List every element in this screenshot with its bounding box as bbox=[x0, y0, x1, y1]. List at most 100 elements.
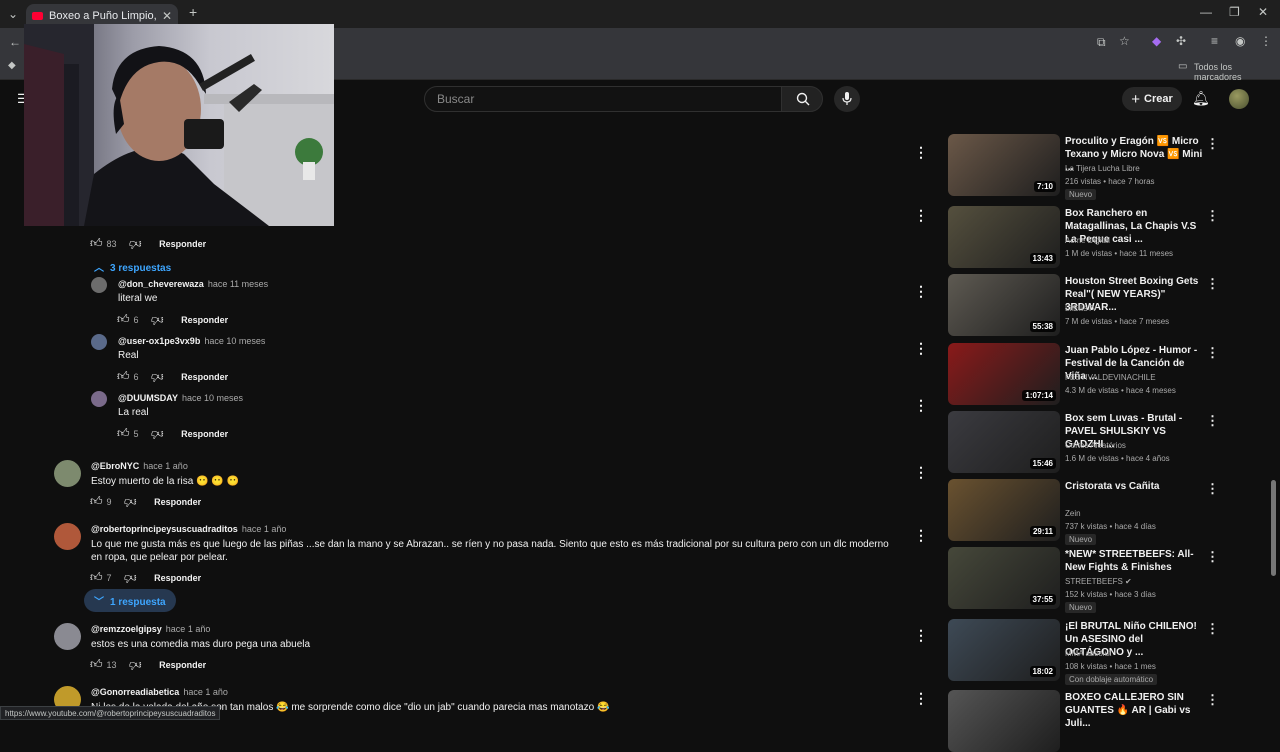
avatar[interactable] bbox=[54, 460, 81, 487]
video-title[interactable]: Cristorata vs Cañita bbox=[1065, 480, 1203, 493]
video-menu-icon[interactable]: ⋮ bbox=[1206, 413, 1219, 429]
video-thumbnail[interactable]: 55:38 bbox=[948, 274, 1060, 336]
comment-author[interactable]: @DUUMSDAY hace 10 meses bbox=[118, 393, 243, 403]
comment-author[interactable]: @Gonorreadiabetica hace 1 año bbox=[91, 687, 228, 697]
video-channel[interactable]: STREETBEEFS ✔ bbox=[1065, 577, 1132, 586]
video-menu-icon[interactable]: ⋮ bbox=[1206, 692, 1219, 708]
comment-author[interactable]: @don_cheverewaza hace 11 meses bbox=[118, 279, 268, 289]
comment-menu-icon[interactable]: ⋮ bbox=[914, 144, 928, 161]
like-count: 83 bbox=[106, 238, 117, 249]
reply-button[interactable]: Responder bbox=[154, 497, 201, 507]
dislike-icon[interactable]: 👍︎ bbox=[151, 312, 164, 327]
media-controls-icon[interactable]: ≡ bbox=[1211, 34, 1218, 48]
comment-author[interactable]: @user-ox1pe3vx9b hace 10 meses bbox=[118, 336, 265, 346]
avatar[interactable] bbox=[54, 523, 81, 550]
video-menu-icon[interactable]: ⋮ bbox=[1206, 136, 1219, 152]
search-input[interactable]: Buscar bbox=[424, 86, 782, 112]
reply-button[interactable]: Responder bbox=[181, 372, 228, 382]
replies-toggle[interactable]: ﹀ 1 respuesta bbox=[84, 589, 176, 612]
avatar[interactable] bbox=[91, 391, 107, 407]
like-icon[interactable]: 👍︎ bbox=[90, 570, 103, 585]
dislike-icon[interactable]: 👍︎ bbox=[151, 426, 164, 441]
dislike-icon[interactable]: 👍︎ bbox=[151, 369, 164, 384]
comment-menu-icon[interactable]: ⋮ bbox=[914, 464, 928, 481]
video-thumbnail[interactable]: 18:02 bbox=[948, 619, 1060, 681]
like-icon[interactable]: 👍︎ bbox=[90, 236, 103, 251]
comment-menu-icon[interactable]: ⋮ bbox=[914, 690, 928, 707]
video-channel[interactable]: FESTIVALDEVINACHILE bbox=[1065, 373, 1156, 382]
extension-icon[interactable]: ◆ bbox=[1152, 34, 1161, 48]
comment-menu-icon[interactable]: ⋮ bbox=[914, 527, 928, 544]
comment-author[interactable]: @robertoprincipeysuscuadraditos hace 1 añ… bbox=[91, 524, 286, 534]
reply-button[interactable]: Responder bbox=[181, 315, 228, 325]
extensions-puzzle-icon[interactable]: ✣ bbox=[1176, 34, 1186, 48]
bookmark-star-icon[interactable]: ☆ bbox=[1119, 34, 1130, 48]
video-thumbnail[interactable]: 15:46 bbox=[948, 411, 1060, 473]
like-icon[interactable]: 👍︎ bbox=[90, 657, 103, 672]
video-title[interactable]: *NEW* STREETBEEFS: All-New Fights & Fini… bbox=[1065, 548, 1203, 574]
tab-search-icon[interactable]: ⌄ bbox=[8, 7, 18, 21]
dislike-icon[interactable]: 👍︎ bbox=[124, 494, 137, 509]
avatar[interactable] bbox=[91, 277, 107, 293]
comment-menu-icon[interactable]: ⋮ bbox=[914, 207, 928, 224]
create-button[interactable]: + Crear bbox=[1122, 87, 1182, 111]
notifications-bell-icon[interactable]: 🔔︎ bbox=[1192, 90, 1210, 107]
comment-menu-icon[interactable]: ⋮ bbox=[914, 340, 928, 357]
like-count: 6 bbox=[133, 314, 139, 325]
menu-kebab-icon[interactable]: ⋮ bbox=[1260, 34, 1272, 48]
video-menu-icon[interactable]: ⋮ bbox=[1206, 345, 1219, 361]
bookmark-favicon-icon[interactable]: ◆ bbox=[8, 60, 16, 71]
reply-button[interactable]: Responder bbox=[181, 429, 228, 439]
scrollbar-thumb[interactable] bbox=[1271, 480, 1276, 576]
comment-author[interactable]: @EbroNYC hace 1 año bbox=[91, 461, 188, 471]
profile-icon[interactable]: ◉ bbox=[1235, 34, 1245, 48]
dislike-icon[interactable]: 👍︎ bbox=[124, 570, 137, 585]
video-menu-icon[interactable]: ⋮ bbox=[1206, 621, 1219, 637]
video-channel[interactable]: Zein bbox=[1065, 509, 1081, 518]
video-thumbnail[interactable]: 13:43 bbox=[948, 206, 1060, 268]
close-tab-icon[interactable]: ✕ bbox=[162, 9, 172, 23]
search-button[interactable] bbox=[781, 86, 823, 112]
video-thumbnail[interactable]: 7:10 bbox=[948, 134, 1060, 196]
account-avatar[interactable] bbox=[1229, 89, 1249, 109]
comment-menu-icon[interactable]: ⋮ bbox=[914, 283, 928, 300]
replies-toggle[interactable]: ︿ 3 respuestas bbox=[94, 259, 171, 274]
new-tab-icon[interactable]: + bbox=[189, 4, 197, 20]
restore-icon[interactable]: ❐ bbox=[1229, 5, 1240, 19]
back-icon[interactable]: ← bbox=[9, 35, 21, 49]
video-channel[interactable]: LilEllisTv bbox=[1065, 304, 1097, 313]
video-channel[interactable]: Acme Digital bbox=[1065, 236, 1110, 245]
like-icon[interactable]: 👍︎ bbox=[117, 426, 130, 441]
comment-author[interactable]: @remzzoelgipsy hace 1 año bbox=[91, 624, 210, 634]
dislike-icon[interactable]: 👍︎ bbox=[129, 657, 142, 672]
voice-search-button[interactable] bbox=[834, 86, 860, 112]
all-bookmarks-label[interactable]: Todos los marcadores bbox=[1194, 62, 1280, 82]
video-menu-icon[interactable]: ⋮ bbox=[1206, 481, 1219, 497]
video-title[interactable]: BOXEO CALLEJERO SIN GUANTES 🔥 AR | Gabi … bbox=[1065, 691, 1203, 730]
dislike-icon[interactable]: 👍︎ bbox=[129, 236, 142, 251]
avatar[interactable] bbox=[91, 334, 107, 350]
video-thumbnail[interactable]: 37:55 bbox=[948, 547, 1060, 609]
comment-menu-icon[interactable]: ⋮ bbox=[914, 627, 928, 644]
video-thumbnail[interactable]: 29:11 bbox=[948, 479, 1060, 541]
avatar[interactable] bbox=[54, 623, 81, 650]
video-thumbnail[interactable] bbox=[948, 690, 1060, 752]
close-window-icon[interactable]: ✕ bbox=[1258, 5, 1268, 19]
search-icon bbox=[796, 92, 810, 106]
video-thumbnail[interactable]: 1:07:14 bbox=[948, 343, 1060, 405]
reply-button[interactable]: Responder bbox=[159, 660, 206, 670]
reply-button[interactable]: Responder bbox=[159, 239, 206, 249]
comment-menu-icon[interactable]: ⋮ bbox=[914, 397, 928, 414]
video-channel[interactable]: MMA absolut bbox=[1065, 649, 1111, 658]
video-menu-icon[interactable]: ⋮ bbox=[1206, 549, 1219, 565]
reply-button[interactable]: Responder bbox=[154, 573, 201, 583]
like-icon[interactable]: 👍︎ bbox=[117, 369, 130, 384]
video-menu-icon[interactable]: ⋮ bbox=[1206, 208, 1219, 224]
video-channel[interactable]: La Tijera Lucha Libre bbox=[1065, 164, 1140, 173]
like-icon[interactable]: 👍︎ bbox=[90, 494, 103, 509]
video-menu-icon[interactable]: ⋮ bbox=[1206, 276, 1219, 292]
like-icon[interactable]: 👍︎ bbox=[117, 312, 130, 327]
minimize-icon[interactable]: — bbox=[1200, 5, 1212, 19]
video-channel[interactable]: Cortes Aleatórios bbox=[1065, 441, 1126, 450]
install-app-icon[interactable]: ⧉ bbox=[1097, 35, 1106, 50]
